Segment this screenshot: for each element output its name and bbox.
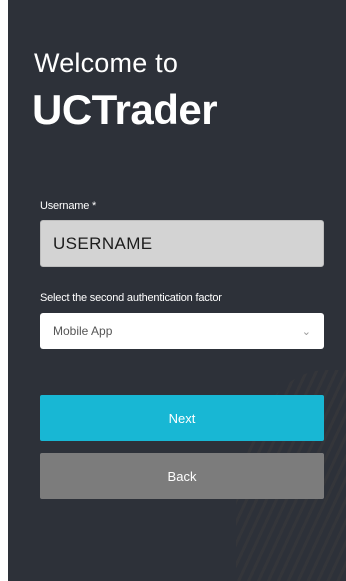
brand-title: UCTrader (32, 86, 218, 133)
second-factor-selected-value: Mobile App (53, 324, 113, 338)
back-button-label: Back (167, 468, 197, 484)
welcome-heading: Welcome to (34, 48, 179, 78)
username-value: USERNAME (53, 233, 153, 253)
username-field[interactable]: USERNAME (40, 220, 324, 267)
second-factor-select[interactable]: Mobile App ⌄ (40, 313, 324, 349)
second-factor-label: Select the second authentication factor (40, 292, 222, 304)
next-button-label: Next (168, 410, 196, 426)
back-button[interactable]: Back (40, 453, 324, 499)
username-label: Username * (40, 200, 97, 212)
login-panel: Welcome to UCTrader Username * USERNAME … (8, 0, 346, 581)
chevron-down-icon: ⌄ (301, 325, 311, 338)
next-button[interactable]: Next (40, 395, 324, 441)
